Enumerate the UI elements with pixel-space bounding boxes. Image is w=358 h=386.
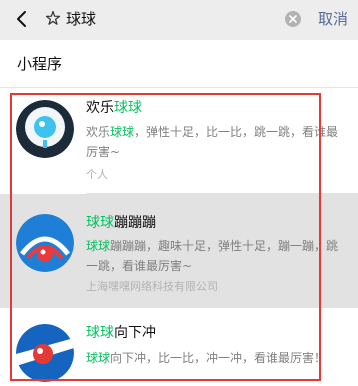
- desc-highlight: 球球: [86, 351, 111, 365]
- result-description: 球球蹦蹦蹦，趣味十足，弹性十足，蹦一蹦，跳一跳，看谁最厉害~: [86, 236, 344, 276]
- search-bar: 球球 取消: [0, 0, 358, 40]
- cancel-button[interactable]: 取消: [318, 9, 348, 29]
- ball-logo-icon: [16, 100, 74, 158]
- desc-text: 欢乐: [86, 125, 111, 139]
- result-description: 欢乐球球，弹性十足，比一比，跳一跳，看谁最厉害~: [86, 122, 344, 162]
- search-input[interactable]: 球球: [66, 9, 96, 29]
- result-developer: 上海嘿嘿网络科技有限公司: [86, 280, 218, 293]
- result-item[interactable]: 球球向下冲 球球向下冲，比一比，冲一冲，看谁最厉害！: [0, 308, 358, 386]
- result-title: 球球蹦蹦蹦: [86, 214, 156, 232]
- title-highlight: 球球: [86, 215, 114, 231]
- result-item[interactable]: 欢乐球球 欢乐球球，弹性十足，比一比，跳一跳，看谁最厉害~ 个人: [0, 88, 358, 194]
- section-header: 小程序: [0, 40, 358, 88]
- clear-icon[interactable]: [285, 11, 301, 27]
- result-title: 球球向下冲: [86, 324, 156, 342]
- sparkle-icon: [45, 10, 61, 25]
- result-description: 球球向下冲，比一比，冲一冲，看谁最厉害！: [86, 348, 344, 368]
- desc-text: 蹦蹦蹦，趣味十足，弹性十足，蹦一蹦，跳一跳，看谁最厉害~: [86, 239, 339, 273]
- desc-highlight: 球球: [110, 125, 135, 139]
- app-avatar: [16, 100, 74, 158]
- ball-logo-icon: [16, 214, 74, 272]
- app-avatar: [16, 214, 74, 272]
- result-title: 欢乐球球: [86, 99, 142, 117]
- chevron-left-icon[interactable]: [15, 10, 29, 28]
- app-avatar: [16, 324, 74, 382]
- title-text: 欢乐: [86, 100, 114, 116]
- ball-logo-icon: [16, 324, 74, 382]
- result-developer: 个人: [86, 168, 108, 181]
- title-highlight: 球球: [86, 325, 114, 341]
- desc-highlight: 球球: [86, 239, 111, 253]
- title-text: 蹦蹦蹦: [114, 215, 156, 231]
- section-title: 小程序: [17, 55, 63, 73]
- desc-text: 向下冲，比一比，冲一冲，看谁最厉害！: [110, 351, 327, 365]
- result-item[interactable]: 球球蹦蹦蹦 球球蹦蹦蹦，趣味十足，弹性十足，蹦一蹦，跳一跳，看谁最厉害~ 上海嘿…: [0, 194, 358, 308]
- title-highlight: 球球: [114, 100, 142, 116]
- title-text: 向下冲: [114, 325, 156, 341]
